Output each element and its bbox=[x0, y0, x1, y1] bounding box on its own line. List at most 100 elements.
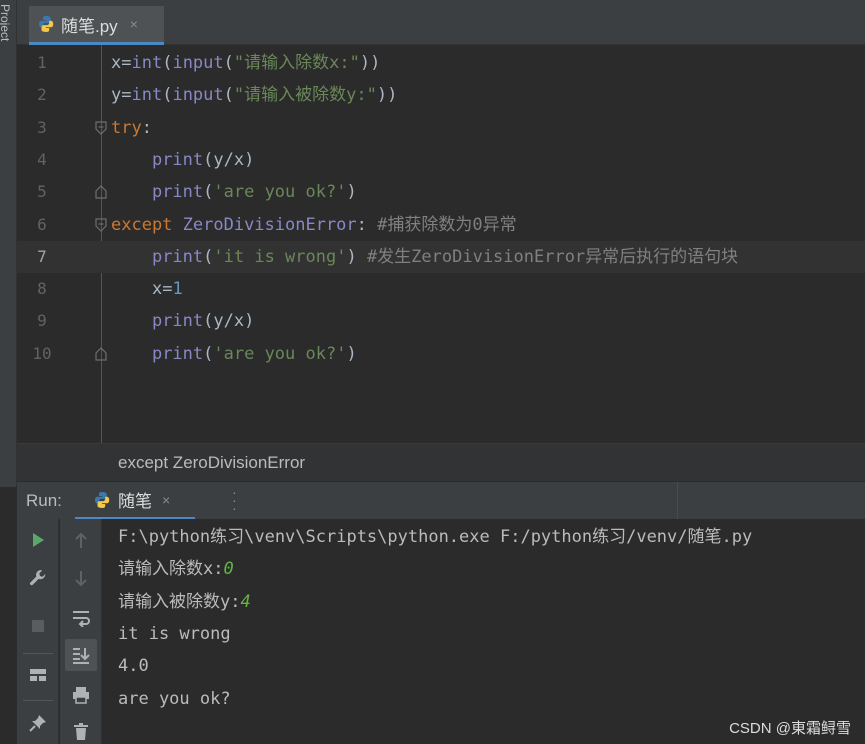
console-line: 请输入被除数y:4 bbox=[118, 586, 251, 618]
run-console-output[interactable]: F:\python练习\venv\Scripts\python.exe F:/p… bbox=[118, 519, 865, 744]
run-panel: F:\python练习\venv\Scripts\python.exe F:/p… bbox=[17, 519, 865, 744]
line-number: 6 bbox=[37, 214, 47, 234]
down-arrow-icon[interactable] bbox=[65, 562, 97, 594]
line-number: 3 bbox=[37, 117, 47, 137]
code-token: int bbox=[131, 85, 163, 106]
code-token: )) bbox=[359, 53, 381, 73]
code-token: try bbox=[111, 117, 142, 138]
console-line: F:\python练习\venv\Scripts\python.exe F:/p… bbox=[118, 521, 752, 553]
console-text: 4.0 bbox=[118, 656, 149, 677]
console-text: are you ok? bbox=[118, 688, 231, 709]
code-token: ( bbox=[203, 343, 214, 364]
layout-icon[interactable] bbox=[22, 659, 54, 691]
more-options-icon[interactable]: · · · bbox=[232, 485, 237, 515]
run-label: Run: bbox=[26, 491, 62, 510]
run-toolbar-right bbox=[60, 519, 102, 744]
fold-end-icon[interactable] bbox=[95, 185, 107, 199]
code-token: 'are you ok?' bbox=[213, 182, 347, 203]
code-text: print(y/x) bbox=[111, 305, 254, 337]
line-number: 1 bbox=[37, 53, 47, 72]
code-token: print bbox=[151, 311, 204, 332]
code-token: (y/x) bbox=[203, 149, 255, 170]
code-token: : bbox=[141, 117, 152, 138]
code-token: #捕获除数为0异常 bbox=[377, 214, 517, 235]
scroll-to-end-icon[interactable] bbox=[65, 639, 97, 671]
code-line[interactable]: 9 print(y/x) bbox=[17, 305, 865, 337]
code-token: #发生ZeroDivisionError异常后执行的语句块 bbox=[366, 246, 739, 267]
console-text: 请输入除数x: bbox=[118, 559, 224, 580]
console-text: 请输入被除数y: bbox=[118, 591, 241, 612]
run-tab-close-icon[interactable]: × bbox=[162, 492, 170, 508]
print-icon[interactable] bbox=[65, 679, 97, 711]
project-tool-button[interactable]: Project bbox=[0, 4, 17, 84]
code-line[interactable]: 8 x=1 bbox=[17, 273, 865, 305]
editor-tab[interactable]: 随笔.py × bbox=[29, 6, 164, 45]
run-toolbar-left bbox=[17, 519, 59, 744]
code-token: ( bbox=[203, 246, 214, 267]
code-token: 'it is wrong' bbox=[213, 246, 347, 267]
code-token: 'are you ok?' bbox=[213, 343, 347, 364]
line-number: 2 bbox=[37, 85, 47, 105]
console-text: F:\python练习\venv\Scripts\python.exe F:/p… bbox=[118, 527, 753, 547]
console-line: 4.0 bbox=[118, 650, 149, 682]
editor-tab-bar: 随笔.py × bbox=[17, 0, 865, 45]
code-token: print bbox=[151, 149, 204, 170]
code-line[interactable]: 6 except ZeroDivisionError: #捕获除数为0异常 bbox=[17, 209, 865, 241]
code-text: try: bbox=[111, 112, 152, 144]
run-icon[interactable] bbox=[22, 524, 54, 556]
code-token: print bbox=[151, 182, 204, 203]
code-token: (y/x) bbox=[203, 311, 255, 332]
breadcrumb-item[interactable]: except ZeroDivisionError bbox=[118, 453, 305, 473]
fold-open-icon[interactable] bbox=[95, 120, 107, 135]
code-token: ( bbox=[162, 85, 173, 106]
code-line[interactable]: 10 print('are you ok?') bbox=[17, 338, 865, 370]
code-editor[interactable]: 1 x=int(input("请输入除数x:")) 2 y=int(input("请输… bbox=[17, 45, 865, 443]
soft-wrap-icon[interactable] bbox=[65, 602, 97, 634]
code-token: x= bbox=[111, 53, 132, 73]
code-token: )) bbox=[376, 85, 398, 106]
tab-close-icon[interactable]: × bbox=[130, 16, 138, 32]
run-tab[interactable]: 随笔 × bbox=[75, 482, 195, 520]
code-text: print('it is wrong') #发生ZeroDivisionErro… bbox=[111, 241, 738, 273]
code-token: ) bbox=[346, 182, 357, 203]
code-token: ZeroDivisionError bbox=[182, 214, 357, 235]
python-file-icon bbox=[39, 16, 54, 32]
stop-icon[interactable] bbox=[22, 610, 54, 642]
wrench-icon[interactable] bbox=[22, 562, 54, 594]
code-token: : bbox=[356, 214, 378, 235]
up-arrow-icon[interactable] bbox=[65, 525, 97, 557]
code-token: input bbox=[172, 85, 224, 106]
code-text: except ZeroDivisionError: #捕获除数为0异常 bbox=[111, 209, 517, 241]
code-token: ( bbox=[162, 53, 173, 73]
code-token: "请输入除数x:" bbox=[233, 53, 360, 73]
code-token: "请输入被除数y:" bbox=[233, 85, 377, 106]
code-token: y= bbox=[111, 85, 132, 106]
code-line[interactable]: 2 y=int(input("请输入被除数y:")) bbox=[17, 79, 865, 111]
code-token: ( bbox=[203, 182, 214, 203]
code-line[interactable]: 3 try: bbox=[17, 112, 865, 144]
code-token: print bbox=[151, 343, 204, 364]
fold-end-icon[interactable] bbox=[95, 346, 107, 361]
fold-open-icon[interactable] bbox=[95, 217, 107, 232]
project-label: Project bbox=[0, 4, 12, 42]
code-line[interactable]: 5 print('are you ok?') bbox=[17, 176, 865, 208]
console-user-input: 4 bbox=[240, 591, 251, 612]
code-text: y=int(input("请输入被除数y:")) bbox=[111, 79, 397, 111]
line-number: 4 bbox=[37, 149, 47, 169]
code-token: int bbox=[131, 53, 163, 73]
console-line: 请输入除数x:0 bbox=[118, 553, 234, 585]
line-number: 9 bbox=[37, 311, 47, 331]
editor-tab-title: 随笔.py bbox=[61, 16, 118, 36]
code-line[interactable]: 1 x=int(input("请输入除数x:")) bbox=[17, 47, 865, 79]
code-token: input bbox=[172, 53, 224, 73]
code-text: x=int(input("请输入除数x:")) bbox=[111, 47, 380, 79]
run-tool-header: Run: 随笔 × · · · bbox=[17, 481, 865, 520]
line-number: 7 bbox=[37, 246, 47, 266]
pin-icon[interactable] bbox=[22, 707, 54, 739]
console-text: it is wrong bbox=[118, 623, 231, 644]
code-line[interactable]: 4 print(y/x) bbox=[17, 144, 865, 176]
python-icon bbox=[95, 491, 110, 508]
code-token: print bbox=[151, 246, 204, 267]
trash-icon[interactable] bbox=[65, 716, 97, 744]
code-line[interactable]: 7 print('it is wrong') #发生ZeroDivisionEr… bbox=[17, 240, 865, 273]
